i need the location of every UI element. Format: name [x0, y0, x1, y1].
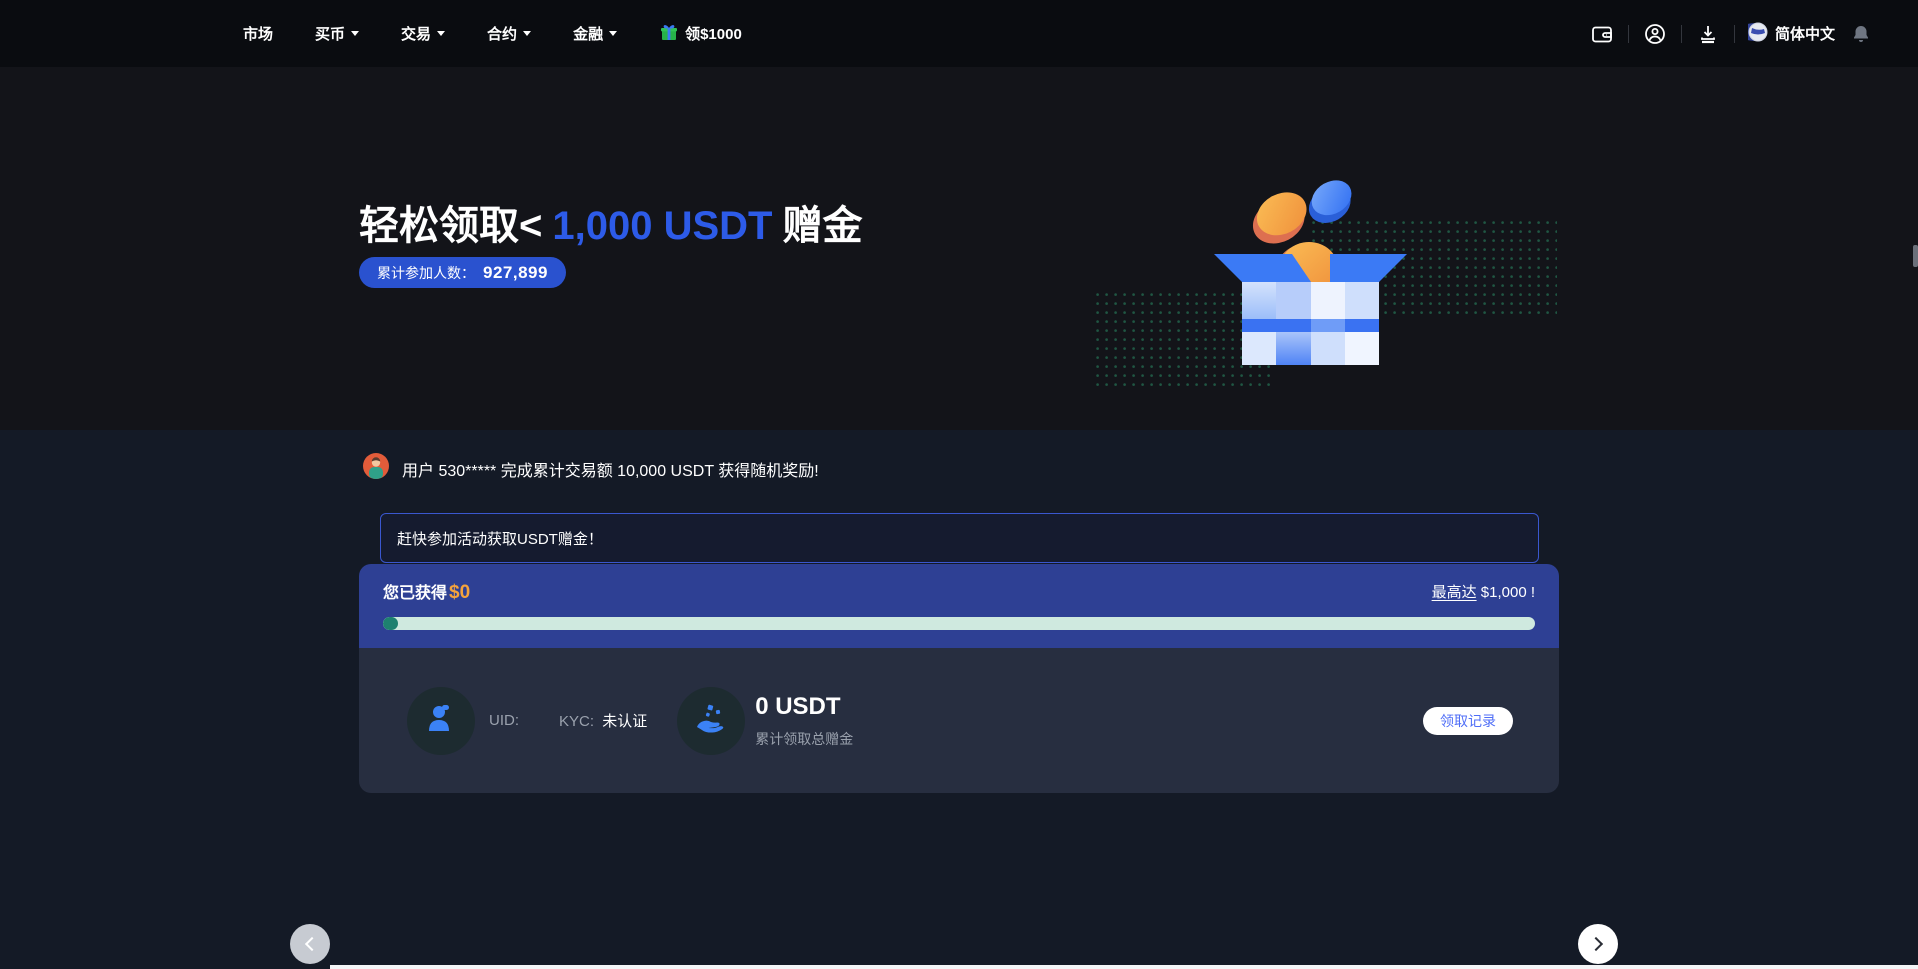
next-section-edge	[330, 965, 1918, 969]
page-scrollbar[interactable]	[1913, 0, 1918, 969]
nav-item-label: 合约	[487, 23, 517, 44]
chevron-down-icon	[523, 31, 531, 36]
nav-item-label: 市场	[243, 23, 273, 44]
title-prefix: 轻松领取<	[359, 204, 542, 248]
nav-menu: 市场 买币 交易 合约 金融	[243, 22, 742, 46]
ticker-avatar-icon	[363, 453, 389, 484]
nav-item-contracts[interactable]: 合约	[487, 23, 531, 44]
bonus-card-body: UID: KYC: 未认证 0 U	[359, 648, 1559, 793]
hero-banner: 轻松领取<1,000 USDT赠金 累计参加人数： 927,899	[0, 67, 1918, 430]
bonus-total-avatar	[677, 687, 745, 755]
total-bonus: 0 USDT 累计领取总赠金	[755, 693, 853, 749]
top-navbar: 市场 买币 交易 合约 金融	[0, 0, 1918, 67]
chevron-down-icon	[351, 31, 359, 36]
globe-icon	[1748, 22, 1768, 46]
bonus-progress-fill	[383, 617, 398, 630]
giftbox-illustration	[1087, 167, 1567, 407]
hand-coins-icon	[693, 700, 729, 741]
nav-promo-bonus[interactable]: 领$1000	[659, 22, 742, 46]
gift-icon	[659, 22, 679, 46]
chevron-right-icon	[1589, 937, 1603, 951]
claim-records-button[interactable]: 领取记录	[1423, 707, 1513, 735]
nav-item-label: 交易	[401, 23, 431, 44]
carousel-next-button[interactable]	[1578, 924, 1618, 964]
wallet-icon[interactable]	[1589, 21, 1615, 47]
language-selector[interactable]: 简体中文	[1748, 22, 1835, 46]
earned-amount: 您已获得$0	[383, 579, 470, 604]
chevron-down-icon	[609, 31, 617, 36]
nav-promo-label: 领$1000	[685, 23, 742, 44]
chevron-down-icon	[437, 31, 445, 36]
bonus-progress-bar	[383, 617, 1535, 630]
nav-item-market[interactable]: 市场	[243, 23, 273, 44]
nav-item-finance[interactable]: 金融	[573, 23, 617, 44]
max-amount: 最高达 $1,000 !	[1432, 581, 1535, 602]
title-suffix: 赠金	[782, 204, 862, 248]
kyc-value: 未认证	[602, 713, 647, 730]
scrollbar-thumb[interactable]	[1913, 245, 1918, 267]
user-icon	[424, 701, 458, 740]
divider	[1681, 25, 1682, 43]
ticker-text: 用户 530***** 完成累计交易额 10,000 USDT 获得随机奖励!	[402, 457, 819, 481]
divider	[1628, 25, 1629, 43]
nav-item-label: 金融	[573, 23, 603, 44]
carousel-prev-button[interactable]	[290, 924, 330, 964]
reward-ticker: 用户 530***** 完成累计交易额 10,000 USDT 获得随机奖励!	[363, 453, 819, 484]
nav-actions: 简体中文	[1589, 21, 1874, 47]
activity-notice-box[interactable]: 赶快参加活动获取USDT赠金！	[380, 513, 1539, 563]
earned-label: 您已获得	[383, 585, 447, 602]
notification-bell-icon[interactable]	[1848, 21, 1874, 47]
total-bonus-label: 累计领取总赠金	[755, 729, 853, 749]
nav-item-trade[interactable]: 交易	[401, 23, 445, 44]
kyc-label: KYC:	[559, 713, 594, 730]
bonus-card: 您已获得$0 最高达 $1,000 !	[359, 564, 1559, 793]
participants-badge: 累计参加人数： 927,899	[359, 257, 566, 288]
page-title: 轻松领取<1,000 USDT赠金	[359, 193, 862, 251]
language-label: 简体中文	[1775, 23, 1835, 44]
total-bonus-value: 0 USDT	[755, 693, 853, 721]
download-app-icon[interactable]	[1695, 21, 1721, 47]
nav-item-label: 买币	[315, 23, 345, 44]
user-avatar	[407, 687, 475, 755]
participants-count: 927,899	[483, 263, 548, 283]
earned-value: $0	[449, 582, 470, 603]
participants-label: 累计参加人数：	[377, 263, 475, 283]
kyc-status: KYC: 未认证	[559, 710, 647, 731]
title-highlight: 1,000 USDT	[552, 204, 772, 248]
uid-label: UID:	[489, 712, 519, 729]
account-icon[interactable]	[1642, 21, 1668, 47]
chevron-left-icon	[305, 937, 319, 951]
max-value: $1,000 !	[1481, 584, 1535, 601]
promo-main-section: 用户 530***** 完成累计交易额 10,000 USDT 获得随机奖励! …	[0, 430, 1918, 969]
notice-text: 赶快参加活动获取USDT赠金！	[397, 528, 603, 549]
max-label: 最高达	[1432, 584, 1477, 601]
divider	[1734, 25, 1735, 43]
bonus-card-header: 您已获得$0 最高达 $1,000 !	[359, 564, 1559, 648]
nav-item-buy-crypto[interactable]: 买币	[315, 23, 359, 44]
